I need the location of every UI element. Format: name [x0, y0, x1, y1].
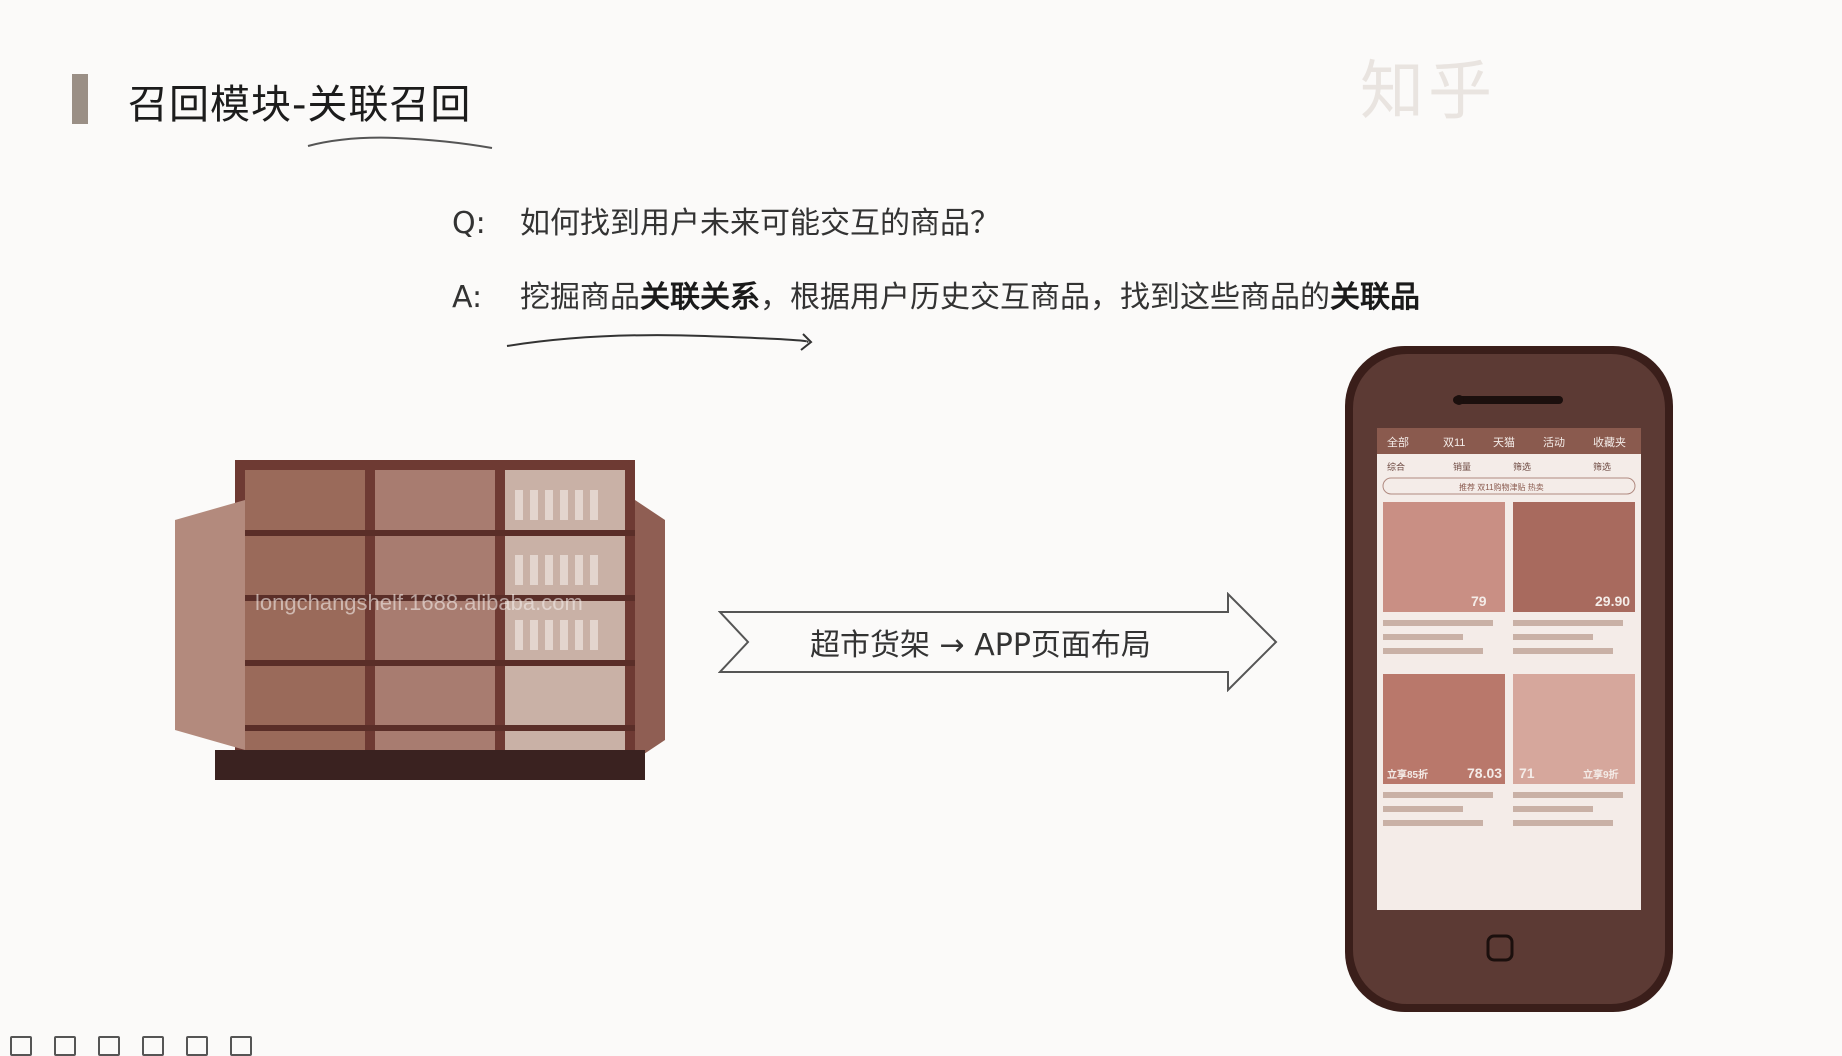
answer-line: A: 挖掘商品关联关系，根据用户历史交互商品，找到这些商品的关联品 — [452, 272, 1420, 316]
phone-search-hint: 推荐 双11购物津贴 热卖 — [1459, 482, 1544, 492]
slide-icon[interactable] — [230, 1036, 252, 1056]
phone-tab-3: 天猫 — [1493, 436, 1515, 449]
question-line: Q: 如何找到用户未来可能交互的商品？ — [452, 198, 1000, 242]
answer-text-1: 挖掘商品 — [520, 280, 640, 315]
pointer-icon[interactable] — [186, 1036, 208, 1056]
shelf-watermark: longchangshelf.1688.alibaba.com — [255, 590, 583, 615]
phone-badge-2: 立享9折 — [1583, 768, 1619, 781]
answer-label: A: — [452, 280, 483, 315]
phone-filter-4: 筛选 — [1593, 461, 1611, 472]
phone-badge-1: 立享85折 — [1387, 768, 1428, 781]
eraser-icon[interactable] — [142, 1036, 164, 1056]
phone-app-image: 全部 双11 天猫 活动 收藏夹 综合 销量 筛选 筛选 推荐 双11购物津贴 … — [1345, 346, 1673, 1012]
answer-bold-2: 关联品 — [1330, 280, 1420, 315]
pen-tool-icon[interactable] — [10, 1036, 32, 1056]
answer-bold-1: 关联关系 — [640, 280, 760, 315]
phone-tab-4: 活动 — [1543, 436, 1565, 449]
answer-text-2: ，根据用户历史交互商品，找到这些商品的 — [760, 280, 1330, 315]
phone-filter-1: 综合 — [1387, 461, 1405, 472]
phone-tab-5: 收藏夹 — [1593, 435, 1626, 449]
watermark: 知乎 — [1360, 55, 1496, 129]
slide-title: 召回模块-关联召回 — [128, 82, 472, 128]
phone-price-3: 78.03 — [1467, 765, 1502, 781]
notes-icon[interactable] — [54, 1036, 76, 1056]
phone-price-4: 71 — [1519, 765, 1535, 781]
phone-tab-2: 双11 — [1443, 436, 1465, 449]
question-label: Q: — [452, 206, 486, 241]
phone-filter-2: 销量 — [1453, 461, 1471, 472]
answer-underline — [506, 333, 813, 351]
supermarket-shelf-image: longchangshelf.1688.alibaba.com — [175, 460, 665, 780]
title-underline — [307, 136, 493, 149]
phone-tab-1: 全部 — [1387, 435, 1409, 449]
slide: 召回模块-关联召回 知乎 Q: 如何找到用户未来可能交互的商品？ A: 挖掘商品关联… — [0, 0, 1842, 1056]
palette-icon[interactable] — [98, 1036, 120, 1056]
title-accent-bar — [72, 74, 88, 124]
question-text: 如何找到用户未来可能交互的商品？ — [520, 206, 1000, 241]
arrow-label: 超市货架 → APP页面布局 — [810, 628, 1151, 663]
phone-filter-3: 筛选 — [1513, 461, 1531, 472]
presentation-toolbar — [10, 1036, 252, 1056]
phone-price-1: 79 — [1471, 593, 1487, 609]
phone-price-2: 29.90 — [1595, 593, 1630, 609]
